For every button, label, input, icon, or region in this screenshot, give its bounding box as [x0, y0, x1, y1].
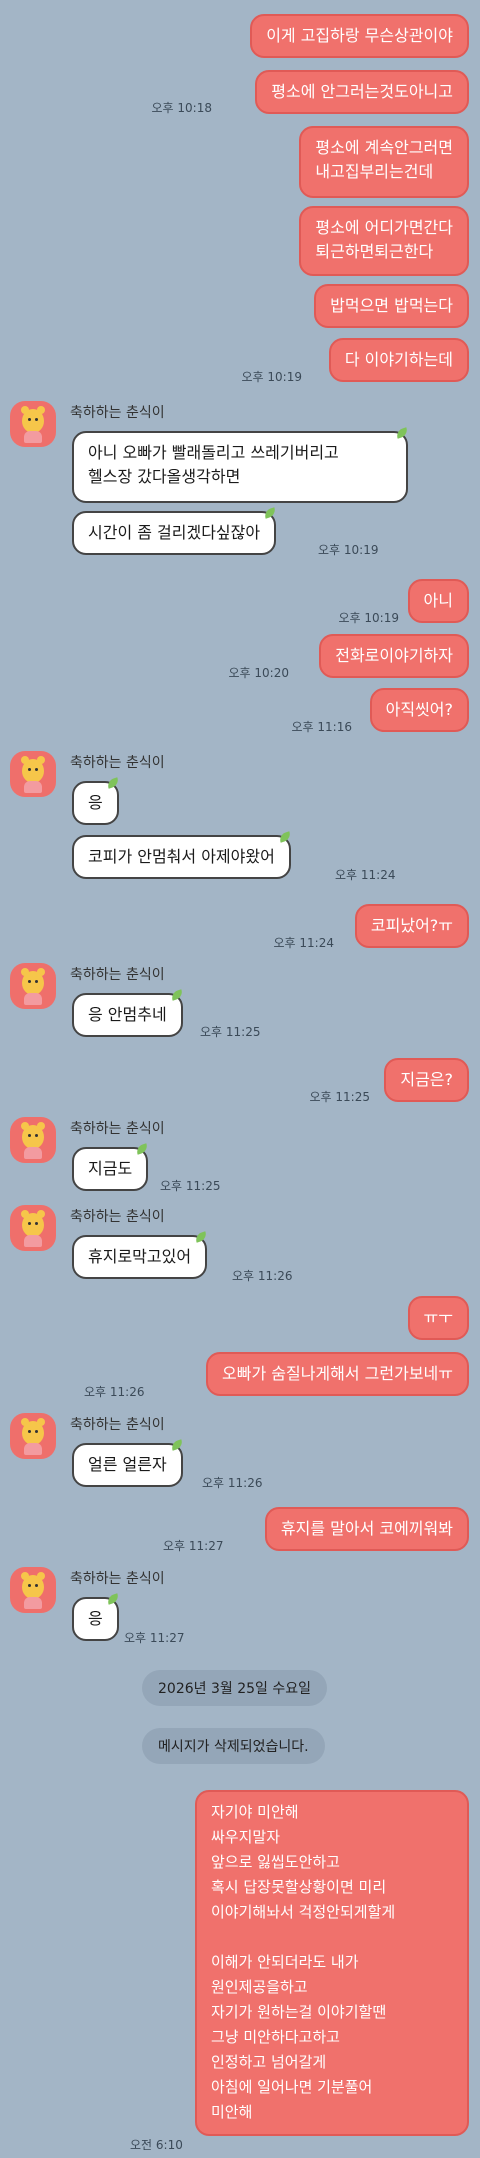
message-time: 오후 11:24: [335, 868, 396, 882]
message-bubble-theirs[interactable]: 얼른 얼른자: [72, 1439, 184, 1487]
contact-name: 축하하는 춘식이: [70, 1121, 165, 1137]
message-bubble-theirs[interactable]: 아니 오빠가 빨래돌리고 쓰레기버리고 헬스장 갔다올생각하면: [72, 427, 410, 503]
message-bubble-mine[interactable]: 오빠가 숨질나게해서 그런가보네ㅠ: [206, 1352, 469, 1396]
contact-avatar[interactable]: [10, 963, 56, 1009]
message-bubble-mine[interactable]: 밥먹으면 밥먹는다: [314, 284, 469, 328]
leaf-icon: [394, 427, 410, 439]
leaf-icon: [105, 1593, 120, 1605]
message-time: 오후 11:26: [232, 1269, 293, 1283]
message-time: 오후 10:20: [228, 666, 289, 680]
message-time: 오후 11:25: [309, 1090, 370, 1104]
message-bubble-mine[interactable]: 휴지를 말아서 코에끼워봐: [264, 1507, 469, 1551]
message-time: 오후 10:18: [151, 101, 212, 115]
message-bubble-mine[interactable]: 평소에 어디가면간다 퇴근하면퇴근한다: [299, 206, 469, 276]
message-bubble-theirs[interactable]: 응: [72, 777, 120, 825]
message-time: 오후 10:19: [318, 543, 379, 557]
message-time: 오후 10:19: [241, 370, 302, 384]
message-time: 오전 6:10: [130, 2138, 183, 2152]
deleted-notice: 메시지가 삭제되었습니다.: [142, 1728, 325, 1764]
message-time: 오후 11:26: [202, 1476, 263, 1490]
message-bubble-mine[interactable]: 자기야 미안해 싸우지말자 앞으로 잃씹도안하고 혹시 답장못할상황이면 미리 …: [195, 1790, 469, 2136]
contact-avatar[interactable]: [10, 751, 56, 797]
leaf-icon: [105, 777, 120, 789]
contact-avatar[interactable]: [10, 1567, 56, 1613]
contact-name: 축하하는 춘식이: [70, 405, 165, 421]
message-bubble-mine[interactable]: 지금은?: [384, 1058, 469, 1102]
message-bubble-mine[interactable]: 다 이야기하는데: [328, 338, 469, 382]
message-bubble-theirs[interactable]: 응: [72, 1593, 120, 1641]
date-divider: 2026년 3월 25일 수요일: [142, 1670, 327, 1706]
leaf-icon: [194, 1231, 209, 1243]
contact-name: 축하하는 춘식이: [70, 755, 165, 771]
message-time: 오후 10:19: [338, 611, 399, 625]
message-bubble-mine[interactable]: 평소에 계속안그러면 내고집부리는건데: [299, 126, 469, 198]
message-bubble-theirs[interactable]: 지금도: [72, 1143, 150, 1191]
leaf-icon: [277, 831, 292, 843]
message-time: 오후 11:25: [200, 1025, 261, 1039]
message-bubble-mine[interactable]: 평소에 안그러는것도아니고: [255, 70, 469, 114]
leaf-icon: [169, 1439, 184, 1451]
message-bubble-mine[interactable]: 전화로이야기하자: [319, 634, 469, 678]
contact-avatar[interactable]: [10, 1413, 56, 1459]
message-bubble-theirs[interactable]: 코피가 안멈춰서 아제야왔어: [72, 831, 292, 879]
contact-avatar[interactable]: [10, 401, 56, 447]
contact-name: 축하하는 춘식이: [70, 1571, 165, 1587]
message-bubble-mine[interactable]: ㅠㅜ: [407, 1296, 469, 1340]
contact-name: 축하하는 춘식이: [70, 1209, 165, 1225]
message-bubble-mine[interactable]: 이게 고집하랑 무슨상관이야: [250, 14, 469, 58]
message-time: 오후 11:25: [160, 1179, 221, 1193]
message-bubble-mine[interactable]: 아니: [407, 579, 469, 623]
leaf-icon: [169, 989, 184, 1001]
leaf-icon: [263, 507, 278, 519]
message-time: 오후 11:27: [124, 1631, 185, 1645]
contact-avatar[interactable]: [10, 1205, 56, 1251]
contact-avatar[interactable]: [10, 1117, 56, 1163]
message-time: 오후 11:26: [84, 1385, 145, 1399]
contact-name: 축하하는 춘식이: [70, 967, 165, 983]
message-time: 오후 11:24: [273, 936, 334, 950]
leaf-icon: [135, 1143, 150, 1155]
message-time: 오후 11:16: [291, 720, 352, 734]
message-bubble-theirs[interactable]: 시간이 좀 걸리겠다싶잖아: [72, 507, 278, 555]
message-time: 오후 11:27: [163, 1539, 224, 1553]
message-bubble-theirs[interactable]: 응 안멈추네: [72, 989, 184, 1037]
contact-name: 축하하는 춘식이: [70, 1417, 165, 1433]
message-bubble-mine[interactable]: 아직씻어?: [369, 688, 469, 732]
message-bubble-theirs[interactable]: 휴지로막고있어: [72, 1231, 209, 1279]
message-bubble-mine[interactable]: 코피났어?ㅠ: [354, 904, 469, 948]
